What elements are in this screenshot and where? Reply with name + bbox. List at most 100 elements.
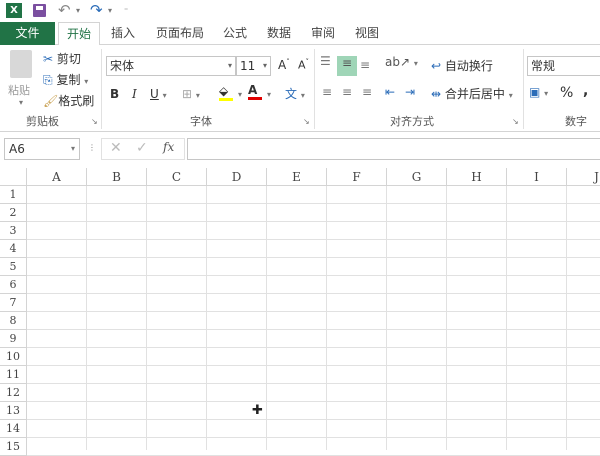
column-header-B[interactable]: B [87, 168, 147, 186]
alignment-launcher-icon[interactable]: ↘ [512, 117, 519, 126]
gridline [27, 257, 600, 258]
copy-button[interactable]: ⎘ 复制 ▾ [43, 71, 88, 88]
column-header-E[interactable]: E [267, 168, 327, 186]
format-painter-button[interactable]: 🖌格式刷 [43, 92, 94, 109]
row-header-5[interactable]: 5 [0, 258, 27, 276]
column-header-C[interactable]: C [147, 168, 207, 186]
quick-access-toolbar: X ↶ ▾ ↷ ▾ ⁼ [0, 0, 600, 22]
font-size-select[interactable]: 11 ▾ [236, 56, 271, 76]
row-header-4[interactable]: 4 [0, 240, 27, 258]
tab-insert[interactable]: 插入 [104, 22, 142, 45]
decrease-indent-button[interactable]: ⇤ [385, 85, 395, 99]
row-header-13[interactable]: 13 [0, 402, 27, 420]
align-middle-button[interactable]: ≡ [337, 56, 357, 76]
worksheet-grid[interactable]: A B C D E F G H I J 1 2 3 4 5 6 7 8 9 10 11 12 13 14 15 [0, 168, 600, 456]
number-format-select[interactable]: 常规 [527, 56, 600, 76]
gridline [386, 186, 387, 450]
row-header-6[interactable]: 6 [0, 276, 27, 294]
wrap-text-button[interactable]: ↩ 自动换行 [431, 57, 493, 74]
grow-font-button[interactable]: A˄ [278, 58, 290, 72]
scissors-icon: ✂ [43, 52, 54, 66]
merge-center-label: 合并后居中 [444, 87, 505, 101]
column-header-F[interactable]: F [327, 168, 387, 186]
tab-formulas[interactable]: 公式 [216, 22, 254, 45]
row-header-7[interactable]: 7 [0, 294, 27, 312]
number-group-label: 数字 [565, 115, 587, 128]
column-header-H[interactable]: H [447, 168, 507, 186]
column-header-J[interactable]: J [567, 168, 600, 186]
formula-bar-grip[interactable]: ⋮ [88, 143, 96, 152]
align-right-button[interactable]: ≡ [362, 85, 372, 99]
column-header-I[interactable]: I [507, 168, 567, 186]
row-header-12[interactable]: 12 [0, 384, 27, 402]
gridline [27, 329, 600, 330]
save-icon[interactable] [33, 4, 46, 17]
row-header-9[interactable]: 9 [0, 330, 27, 348]
shrink-font-button[interactable]: A˅ [298, 58, 309, 72]
gridline [27, 221, 600, 222]
orientation-button[interactable]: ab↗ ▾ [385, 55, 418, 69]
row-header-2[interactable]: 2 [0, 204, 27, 222]
enter-icon[interactable]: ✓ [136, 140, 148, 156]
cancel-icon[interactable]: ✕ [110, 140, 122, 156]
font-name-value: 宋体 [110, 59, 135, 73]
tab-file[interactable]: 文件 [0, 22, 55, 45]
brush-icon: 🖌 [43, 94, 59, 108]
font-group-label: 字体 [190, 115, 212, 128]
row-header-8[interactable]: 8 [0, 312, 27, 330]
tab-page-layout[interactable]: 页面布局 [148, 22, 212, 45]
bold-button[interactable]: B [110, 87, 119, 101]
name-box[interactable]: A6 ▾ [4, 138, 80, 160]
wrap-text-label: 自动换行 [444, 59, 493, 73]
font-color-button[interactable]: A [248, 83, 262, 100]
phonetic-button[interactable]: 文 ▾ [285, 85, 305, 102]
italic-button[interactable]: I [132, 87, 137, 101]
align-top-button[interactable]: ☰ [320, 54, 331, 68]
customize-qat-icon[interactable]: ⁼ [124, 6, 128, 15]
column-header-A[interactable]: A [27, 168, 87, 186]
column-header-D[interactable]: D [207, 168, 267, 186]
tab-review[interactable]: 审阅 [304, 22, 342, 45]
percent-button[interactable]: % [560, 85, 573, 101]
tab-data[interactable]: 数据 [260, 22, 298, 45]
undo-icon[interactable]: ↶ [58, 1, 71, 19]
fill-color-button[interactable]: ⬙ [219, 84, 233, 101]
copy-label: 复制 [56, 73, 81, 87]
clipboard-launcher-icon[interactable]: ↘ [91, 117, 98, 126]
column-header-G[interactable]: G [387, 168, 447, 186]
currency-button[interactable]: ▣ ▾ [529, 85, 548, 99]
borders-button[interactable]: ⊞ ▾ [182, 87, 200, 101]
select-all-corner[interactable] [0, 168, 27, 186]
ribbon: 粘贴 ▾ ✂ 剪切 ⎘ 复制 ▾ 🖌格式刷 剪贴板 ↘ 宋体 ▾ 11 ▾ A˄ A… [0, 45, 600, 132]
cut-label: 剪切 [56, 52, 81, 66]
undo-dropdown-icon[interactable]: ▾ [76, 6, 80, 15]
row-header-10[interactable]: 10 [0, 348, 27, 366]
row-header-14[interactable]: 14 [0, 420, 27, 438]
redo-icon[interactable]: ↷ [90, 1, 103, 19]
alignment-group-label: 对齐方式 [390, 115, 434, 128]
align-left-button[interactable]: ≡ [322, 85, 332, 99]
paste-button[interactable]: 粘贴 ▾ [8, 50, 34, 110]
row-header-3[interactable]: 3 [0, 222, 27, 240]
tab-home[interactable]: 开始 [58, 22, 100, 46]
formula-input[interactable] [187, 138, 600, 160]
merge-center-button[interactable]: ⇹ 合并后居中 ▾ [431, 85, 513, 102]
row-header-15[interactable]: 15 [0, 438, 27, 456]
align-bottom-button[interactable]: ≡ [360, 58, 370, 72]
font-name-select[interactable]: 宋体 ▾ [106, 56, 236, 76]
underline-button[interactable]: U ▾ [150, 87, 167, 101]
gridline [27, 347, 600, 348]
row-header-1[interactable]: 1 [0, 186, 27, 204]
comma-button[interactable]: , [583, 83, 588, 99]
increase-indent-button[interactable]: ⇥ [405, 85, 415, 99]
name-box-value: A6 [9, 142, 25, 156]
underline-glyph: U [150, 87, 159, 101]
row-header-11[interactable]: 11 [0, 366, 27, 384]
cut-button[interactable]: ✂ 剪切 [43, 50, 81, 67]
gridline [27, 293, 600, 294]
align-center-button[interactable]: ≡ [342, 85, 352, 99]
font-launcher-icon[interactable]: ↘ [303, 117, 310, 126]
redo-dropdown-icon[interactable]: ▾ [108, 6, 112, 15]
tab-view[interactable]: 视图 [348, 22, 386, 45]
insert-function-button[interactable]: fx [163, 140, 174, 154]
